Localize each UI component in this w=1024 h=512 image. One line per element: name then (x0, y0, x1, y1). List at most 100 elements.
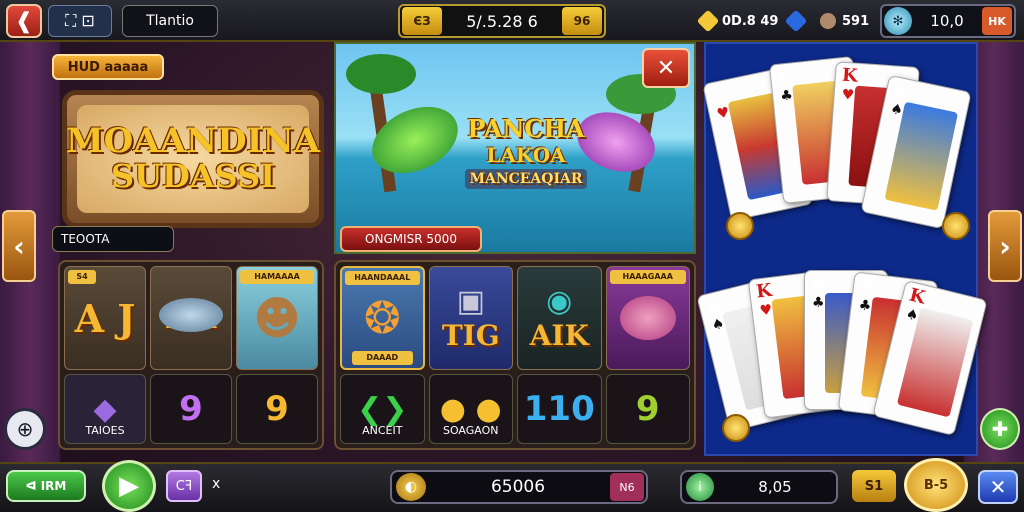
card-rank: K (907, 284, 928, 309)
right-counter-button[interactable]: HK (982, 7, 1012, 35)
counter-left-badge: ЄЗ (402, 7, 442, 35)
slot-cell[interactable]: 9 (150, 374, 232, 444)
slot-cell[interactable]: 110 (517, 374, 602, 444)
slot-grid-left: S4 A J AK HAMAAAA ☻ ◆ TAIOES 9 9 (58, 260, 324, 450)
card-rank: K (811, 273, 827, 294)
banner-title-line-1: PANCHA (467, 114, 585, 143)
slot-cell[interactable]: ● ● SOAGAON (428, 374, 513, 444)
coin-icon (726, 212, 754, 240)
game-logo: MOAANDINA SUDASSI (66, 105, 320, 213)
cell-tag: S4 (68, 270, 96, 284)
slot-symbol-text: AIK (529, 319, 589, 353)
slot-symbol-letter: A J (74, 295, 136, 341)
game-logo-panel[interactable]: MOAANDINA SUDASSI (62, 90, 324, 228)
slot-cell[interactable]: ❮❯ ANCEIT (340, 374, 425, 444)
shield-gem-icon (785, 9, 808, 33)
balance-button[interactable]: N6 (610, 473, 644, 501)
banner-title-line-3: MANCEAQIAR (465, 169, 587, 189)
slot-cell[interactable]: S4 A J (64, 266, 146, 371)
coins-icon: ● ● (439, 391, 502, 427)
hud-tag[interactable]: HUD aaaaa (52, 54, 164, 80)
resource-gold-value: 0D.8 49 (722, 13, 779, 29)
tuna-fish-icon (159, 298, 223, 333)
play-button[interactable]: ▶ (102, 460, 156, 512)
coin-stack-icon: ◐ (396, 473, 426, 501)
logo-sub-label: TEOOTA (52, 226, 174, 252)
resource-bag: 591 (816, 8, 870, 34)
cell-tag: HAANDAAAL (345, 271, 420, 285)
card-suit: ♣ (779, 87, 794, 105)
card-face (896, 307, 974, 418)
play-icon: ▶ (119, 471, 139, 501)
cell-bottom-tag: DAAAD (352, 351, 413, 366)
top-bar: ❰ ⛶ ⊡ Tlantio ЄЗ 5/.5.28 6 96 0D.8 49 59… (0, 0, 1024, 42)
banner-title-line-2: LAKOA (486, 143, 566, 167)
home-button[interactable]: ᐊ IRM (6, 470, 86, 502)
slot-cell[interactable]: 9 (605, 374, 690, 444)
cell-label: SOAGAON (442, 423, 499, 437)
slot-cell[interactable]: ◉ AIK (517, 266, 602, 371)
card-rank: K (709, 82, 730, 107)
slot-cell[interactable]: 9 (236, 374, 318, 444)
bet-value: 8,05 (758, 478, 792, 496)
cell-tag: HAMAAAA (240, 270, 314, 284)
close-icon: ✕ (656, 55, 676, 81)
top-icon-group[interactable]: ⛶ ⊡ (48, 5, 112, 37)
slot-symbol-text: TIG (441, 319, 500, 353)
card-rank: K (841, 64, 859, 87)
balance-box: ◐ 65006 N6 (390, 470, 648, 504)
shell-icon: ◉ (546, 284, 573, 320)
pink-fish-icon (619, 296, 676, 341)
bet-box: i 8,05 (680, 470, 838, 504)
slot-grid-middle: HAANDAAAL ❂ DAAAD ▣ TIG ◉ AIK HAAAGAAA ❮… (334, 260, 696, 450)
slot-cell[interactable]: HAAAGAAA (605, 266, 690, 371)
beaver-character-icon: ☻ (253, 291, 301, 346)
spin-coin-button[interactable]: B-5 (904, 458, 968, 512)
slot-number: 110 (523, 389, 595, 430)
banner-close-button[interactable]: ✕ (642, 48, 690, 88)
bag-icon (816, 9, 840, 33)
card-rank: K (776, 65, 794, 88)
chat-button[interactable]: Cꟻ (166, 470, 202, 502)
close-icon: ✕ (989, 475, 1007, 499)
banner-label[interactable]: ONGMISR 5000 (340, 226, 482, 252)
slot-number: 9 (179, 389, 203, 430)
multiplier-label: x (212, 476, 221, 492)
coin-icon (722, 414, 750, 442)
slot-cell[interactable]: HAMAAAA ☻ (236, 266, 318, 371)
resource-bag-value: 591 (842, 13, 870, 29)
card-rank: A (891, 79, 910, 103)
logo-line-2: SUDASSI (110, 157, 276, 196)
back-arrow-icon: ❰ (14, 8, 34, 34)
coin-icon (942, 212, 970, 240)
s1-button[interactable]: S1 (852, 470, 896, 502)
counter-right-badge: 96 (562, 7, 602, 35)
cards-panel: K ♥ K ♣ K ♥ A ♠ K ♠ K ♥ K ♣ K ♣ K ♠ (696, 42, 988, 456)
cell-label: ANCEIT (362, 423, 403, 437)
cell-tag: HAAAGAAA (609, 270, 686, 284)
prev-arrow-button[interactable]: ‹ (2, 210, 36, 282)
settings-round-button[interactable]: ⊕ (4, 408, 46, 450)
top-title: Tlantio (146, 13, 194, 29)
slot-cell[interactable]: ◆ TAIOES (64, 374, 146, 444)
slot-cell[interactable]: ▣ TIG (428, 266, 513, 371)
right-counter: ✻ 10,0 HK (880, 4, 1016, 38)
resource-gold: 0D.8 49 (696, 8, 810, 34)
add-round-button[interactable]: ✚ (980, 408, 1020, 450)
card-rank: K (703, 293, 725, 318)
chevron-right-icon: › (999, 229, 1011, 263)
card-rank: K (755, 279, 774, 303)
slot-number: 9 (265, 389, 289, 430)
top-icons-label: ⛶ ⊡ (65, 11, 95, 30)
palm-leaves (346, 54, 416, 94)
banner-title: PANCHA LAKOA MANCEAQIAR (446, 114, 606, 189)
fish-character-icon: ❂ (363, 292, 401, 344)
right-counter-value: 10,0 (930, 12, 964, 30)
close-button[interactable]: ✕ (978, 470, 1018, 504)
back-button[interactable]: ❰ (6, 4, 42, 38)
logo-line-1: MOAANDINA (66, 121, 320, 162)
next-arrow-button[interactable]: › (988, 210, 1022, 282)
card-suit: ♥ (841, 86, 855, 104)
slot-cell[interactable]: HAANDAAAL ❂ DAAAD (340, 266, 425, 371)
slot-cell[interactable]: AK (150, 266, 232, 371)
